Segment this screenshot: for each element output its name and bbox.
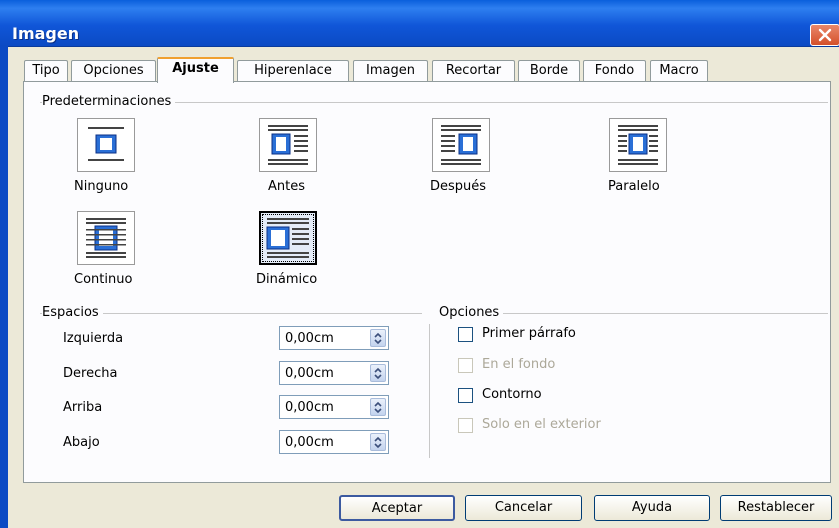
spinner-arrows-icon: [374, 436, 382, 449]
spinner-arrows-icon: [374, 332, 382, 345]
solo-exterior-label: Solo en el exterior: [482, 417, 601, 432]
dialog-window: Imagen Tipo Opciones Ajuste Hiperenlace …: [0, 0, 839, 528]
preset-antes-label: Antes: [268, 179, 306, 194]
help-button[interactable]: Ayuda: [594, 495, 710, 521]
wrap-after-icon: [441, 125, 481, 165]
tab-borde[interactable]: Borde: [518, 60, 580, 81]
wrap-parallel-icon: [618, 125, 658, 165]
left-spacing-value: 0,00cm: [285, 331, 334, 346]
preset-dinamico-label: Dinámico: [256, 272, 318, 287]
contorno-label: Contorno: [482, 387, 542, 402]
left-spacing-field[interactable]: 0,00cm: [279, 326, 389, 350]
options-separator: [429, 324, 430, 458]
tab-macro[interactable]: Macro: [650, 60, 708, 81]
preset-continuo-button[interactable]: [77, 211, 135, 265]
wrap-none-icon: [88, 127, 124, 161]
tab-hiperenlace[interactable]: Hiperenlace: [237, 60, 349, 81]
wrap-through-icon: [86, 218, 126, 258]
tab-opciones[interactable]: Opciones: [71, 60, 156, 81]
right-spacing-spinner[interactable]: [370, 364, 386, 382]
spinner-arrows-icon: [374, 367, 382, 380]
tab-panel-ajuste: [23, 81, 831, 483]
preset-paralelo-button[interactable]: [609, 118, 667, 172]
preset-ninguno-label: Ninguno: [74, 179, 129, 194]
tab-fondo[interactable]: Fondo: [583, 60, 646, 81]
bottom-spacing-label: Abajo: [63, 435, 100, 450]
left-spacing-label: Izquierda: [63, 331, 124, 346]
ok-button[interactable]: Aceptar: [339, 495, 455, 521]
reset-button[interactable]: Restablecer: [720, 495, 832, 521]
preset-antes-button[interactable]: [259, 118, 317, 172]
wrap-before-icon: [268, 125, 308, 165]
tab-imagen[interactable]: Imagen: [353, 60, 428, 81]
en-el-fondo-label: En el fondo: [482, 357, 556, 372]
contorno-checkbox[interactable]: [458, 388, 473, 403]
preset-ninguno-button[interactable]: [77, 118, 135, 172]
wrap-optimal-icon: [266, 218, 309, 258]
cancel-button[interactable]: Cancelar: [465, 495, 582, 521]
bottom-spacing-value: 0,00cm: [285, 435, 334, 450]
preset-despues-label: Después: [430, 179, 487, 194]
primer-parrafo-checkbox[interactable]: [458, 327, 473, 342]
top-spacing-spinner[interactable]: [370, 398, 386, 416]
top-spacing-value: 0,00cm: [285, 400, 334, 415]
spinner-arrows-icon: [374, 401, 382, 414]
top-spacing-field[interactable]: 0,00cm: [279, 395, 389, 419]
bottom-spacing-field[interactable]: 0,00cm: [279, 430, 389, 454]
right-spacing-label: Derecha: [63, 366, 118, 381]
left-spacing-spinner[interactable]: [370, 329, 386, 347]
close-icon: [818, 28, 832, 42]
right-spacing-value: 0,00cm: [285, 366, 334, 381]
bottom-spacing-spinner[interactable]: [370, 433, 386, 451]
solo-exterior-checkbox[interactable]: [458, 418, 473, 433]
preset-paralelo-label: Paralelo: [608, 179, 660, 194]
top-spacing-label: Arriba: [63, 400, 103, 415]
en-el-fondo-checkbox[interactable]: [458, 358, 473, 373]
tab-recortar[interactable]: Recortar: [432, 60, 515, 81]
window-border: [0, 46, 8, 528]
title-bar[interactable]: Imagen: [0, 0, 839, 47]
options-group-label: Opciones: [439, 305, 504, 320]
preset-dinamico-button[interactable]: [259, 211, 317, 265]
spacing-group-label: Espacios: [42, 305, 103, 320]
primer-parrafo-label: Primer párrafo: [482, 326, 576, 341]
right-spacing-field[interactable]: 0,00cm: [279, 361, 389, 385]
tab-ajuste[interactable]: Ajuste: [157, 57, 234, 83]
presets-group-label: Predeterminaciones: [42, 94, 176, 109]
dialog-title: Imagen: [12, 24, 80, 43]
tab-tipo[interactable]: Tipo: [24, 60, 68, 81]
close-button[interactable]: [810, 24, 839, 46]
preset-continuo-label: Continuo: [74, 272, 133, 287]
preset-despues-button[interactable]: [432, 118, 490, 172]
